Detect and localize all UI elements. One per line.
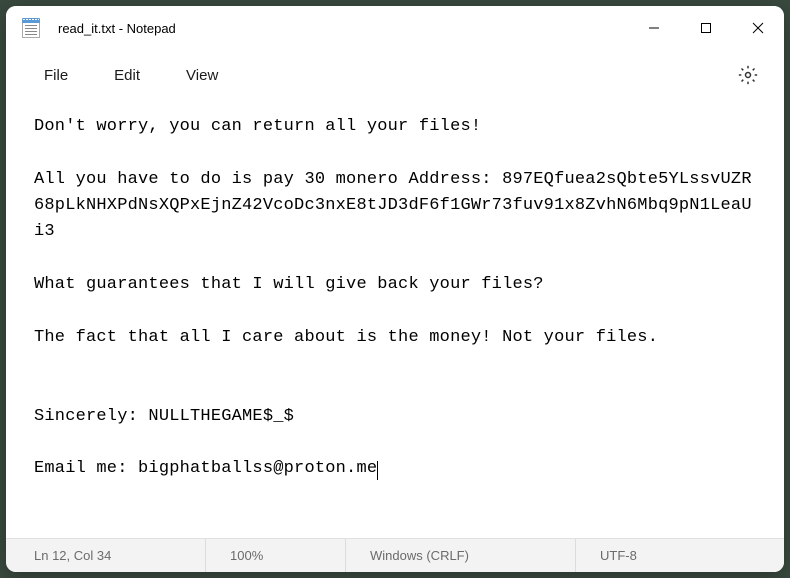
close-icon (752, 22, 764, 34)
maximize-icon (700, 22, 712, 34)
menubar: File Edit View (6, 50, 784, 100)
settings-button[interactable] (730, 57, 766, 93)
text-editor[interactable]: Don't worry, you can return all your fil… (6, 100, 784, 538)
menu-file[interactable]: File (24, 59, 88, 92)
text-line: What guarantees that I will give back yo… (34, 275, 544, 294)
menu-edit[interactable]: Edit (94, 59, 160, 92)
text-line: Email me: bigphatballss@proton.me (34, 459, 377, 478)
text-caret (377, 461, 378, 480)
window-title: read_it.txt - Notepad (58, 21, 628, 36)
minimize-icon (648, 22, 660, 34)
notepad-window: read_it.txt - Notepad File Edit View Don… (6, 6, 784, 572)
maximize-button[interactable] (680, 6, 732, 50)
status-line-ending: Windows (CRLF) (346, 539, 576, 572)
close-button[interactable] (732, 6, 784, 50)
status-encoding: UTF-8 (576, 539, 784, 572)
text-line: Don't worry, you can return all your fil… (34, 117, 481, 136)
text-line: All you have to do is pay 30 monero Addr… (34, 170, 752, 242)
minimize-button[interactable] (628, 6, 680, 50)
titlebar[interactable]: read_it.txt - Notepad (6, 6, 784, 50)
status-position: Ln 12, Col 34 (6, 539, 206, 572)
window-controls (628, 6, 784, 50)
text-line: Sincerely: NULLTHEGAME$_$ (34, 407, 294, 426)
statusbar: Ln 12, Col 34 100% Windows (CRLF) UTF-8 (6, 538, 784, 572)
menu-view[interactable]: View (166, 59, 238, 92)
notepad-icon (22, 18, 40, 38)
text-line: The fact that all I care about is the mo… (34, 328, 658, 347)
gear-icon (738, 65, 758, 85)
status-zoom: 100% (206, 539, 346, 572)
